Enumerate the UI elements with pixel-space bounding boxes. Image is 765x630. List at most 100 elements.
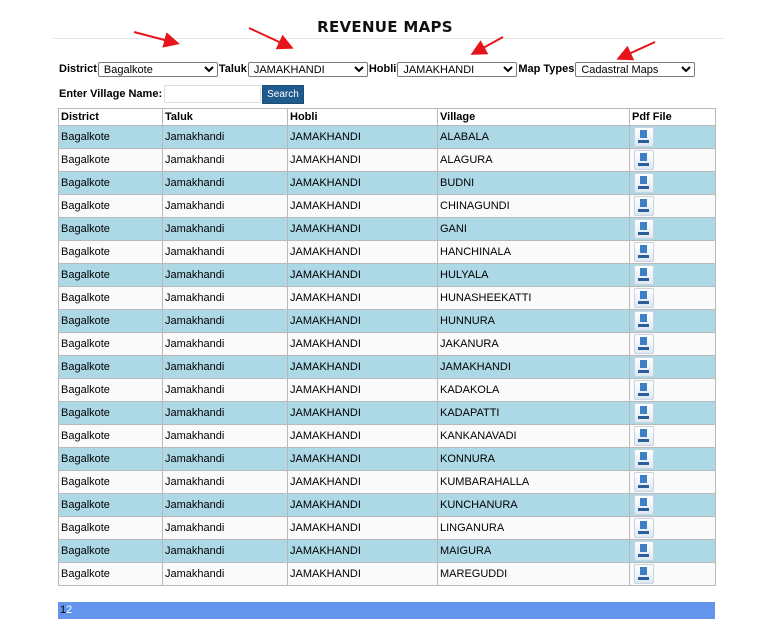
map-types-label: Map Types: [518, 63, 575, 75]
pdf-download-icon[interactable]: [634, 380, 654, 400]
cell-village: JAKANURA: [437, 332, 630, 356]
cell-village: LINGANURA: [437, 516, 630, 540]
header-district: District: [58, 108, 163, 126]
pdf-download-icon[interactable]: [634, 196, 654, 216]
header-village: Village: [437, 108, 630, 126]
header-hobli: Hobli: [287, 108, 438, 126]
cell-village: ALABALA: [437, 125, 630, 149]
pdf-download-icon[interactable]: [634, 518, 654, 538]
cell-pdf-file: [629, 286, 716, 310]
cell-village: HUNNURA: [437, 309, 630, 333]
pdf-download-icon[interactable]: [634, 357, 654, 377]
table-row: Bagalkote Jamakhandi JAMAKHANDI KONNURA: [58, 447, 716, 471]
table-row: Bagalkote Jamakhandi JAMAKHANDI BUDNI: [58, 171, 716, 195]
pdf-download-icon[interactable]: [634, 403, 654, 423]
cell-hobli: JAMAKHANDI: [287, 447, 438, 471]
cell-village: MAREGUDDI: [437, 562, 630, 586]
pdf-download-icon[interactable]: [634, 495, 654, 515]
cell-taluk: Jamakhandi: [162, 286, 288, 310]
table-row: Bagalkote Jamakhandi JAMAKHANDI LINGANURA: [58, 516, 716, 540]
district-select[interactable]: Bagalkote: [97, 61, 218, 77]
table-header-row: District Taluk Hobli Village Pdf File: [58, 108, 716, 126]
table-row: Bagalkote Jamakhandi JAMAKHANDI MAREGUDDI: [58, 562, 716, 586]
village-search-input[interactable]: [164, 85, 262, 103]
cell-pdf-file: [629, 355, 716, 379]
table-row: Bagalkote Jamakhandi JAMAKHANDI ALAGURA: [58, 148, 716, 172]
cell-taluk: Jamakhandi: [162, 263, 288, 287]
page-link-2[interactable]: 2: [66, 604, 72, 616]
cell-taluk: Jamakhandi: [162, 332, 288, 356]
cell-village: HUNASHEEKATTI: [437, 286, 630, 310]
cell-hobli: JAMAKHANDI: [287, 470, 438, 494]
pdf-download-icon[interactable]: [634, 219, 654, 239]
cell-village: MAIGURA: [437, 539, 630, 563]
cell-hobli: JAMAKHANDI: [287, 539, 438, 563]
cell-district: Bagalkote: [58, 355, 163, 379]
pdf-download-icon[interactable]: [634, 472, 654, 492]
cell-taluk: Jamakhandi: [162, 309, 288, 333]
cell-taluk: Jamakhandi: [162, 194, 288, 218]
cell-taluk: Jamakhandi: [162, 171, 288, 195]
table-row: Bagalkote Jamakhandi JAMAKHANDI MAIGURA: [58, 539, 716, 563]
cell-hobli: JAMAKHANDI: [287, 309, 438, 333]
cell-village: KANKANAVADI: [437, 424, 630, 448]
table-row: Bagalkote Jamakhandi JAMAKHANDI HUNNURA: [58, 309, 716, 333]
pdf-download-icon[interactable]: [634, 265, 654, 285]
cell-taluk: Jamakhandi: [162, 217, 288, 241]
table-row: Bagalkote Jamakhandi JAMAKHANDI HULYALA: [58, 263, 716, 287]
pdf-download-icon[interactable]: [634, 288, 654, 308]
cell-village: KADAPATTI: [437, 401, 630, 425]
pdf-download-icon[interactable]: [634, 242, 654, 262]
cell-pdf-file: [629, 470, 716, 494]
pdf-download-icon[interactable]: [634, 127, 654, 147]
page-title: REVENUE MAPS: [317, 18, 453, 36]
pagination-bar: 12: [58, 602, 715, 619]
cell-village: HANCHINALA: [437, 240, 630, 264]
map-types-select[interactable]: Cadastral Maps: [575, 61, 696, 77]
cell-taluk: Jamakhandi: [162, 470, 288, 494]
table-row: Bagalkote Jamakhandi JAMAKHANDI KANKANAVADI: [58, 424, 716, 448]
cell-pdf-file: [629, 217, 716, 241]
cell-pdf-file: [629, 309, 716, 333]
cell-hobli: JAMAKHANDI: [287, 378, 438, 402]
pdf-download-icon[interactable]: [634, 449, 654, 469]
cell-village: KONNURA: [437, 447, 630, 471]
cell-hobli: JAMAKHANDI: [287, 286, 438, 310]
taluk-select[interactable]: JAMAKHANDI: [247, 61, 368, 77]
pdf-download-icon[interactable]: [634, 541, 654, 561]
hobli-select[interactable]: JAMAKHANDI: [397, 61, 518, 77]
pdf-download-icon[interactable]: [634, 150, 654, 170]
cell-pdf-file: [629, 493, 716, 517]
cell-pdf-file: [629, 516, 716, 540]
table-row: Bagalkote Jamakhandi JAMAKHANDI CHINAGUNDI: [58, 194, 716, 218]
district-label: District: [59, 63, 97, 75]
cell-hobli: JAMAKHANDI: [287, 194, 438, 218]
pdf-download-icon[interactable]: [634, 564, 654, 584]
cell-pdf-file: [629, 401, 716, 425]
cell-district: Bagalkote: [58, 194, 163, 218]
cell-village: KUNCHANURA: [437, 493, 630, 517]
cell-district: Bagalkote: [58, 240, 163, 264]
pdf-download-icon[interactable]: [634, 426, 654, 446]
cell-district: Bagalkote: [58, 332, 163, 356]
cell-district: Bagalkote: [58, 470, 163, 494]
search-button[interactable]: Search: [262, 84, 304, 104]
cell-village: CHINAGUNDI: [437, 194, 630, 218]
cell-taluk: Jamakhandi: [162, 125, 288, 149]
pdf-download-icon[interactable]: [634, 311, 654, 331]
cell-taluk: Jamakhandi: [162, 516, 288, 540]
cell-district: Bagalkote: [58, 401, 163, 425]
cell-village: KUMBARAHALLA: [437, 470, 630, 494]
table-body: Bagalkote Jamakhandi JAMAKHANDI ALABALA Baga…: [58, 125, 716, 586]
cell-taluk: Jamakhandi: [162, 493, 288, 517]
cell-village: GANI: [437, 217, 630, 241]
cell-pdf-file: [629, 447, 716, 471]
cell-hobli: JAMAKHANDI: [287, 332, 438, 356]
cell-taluk: Jamakhandi: [162, 240, 288, 264]
cell-district: Bagalkote: [58, 516, 163, 540]
cell-taluk: Jamakhandi: [162, 355, 288, 379]
pdf-download-icon[interactable]: [634, 334, 654, 354]
pdf-download-icon[interactable]: [634, 173, 654, 193]
cell-pdf-file: [629, 378, 716, 402]
cell-district: Bagalkote: [58, 171, 163, 195]
